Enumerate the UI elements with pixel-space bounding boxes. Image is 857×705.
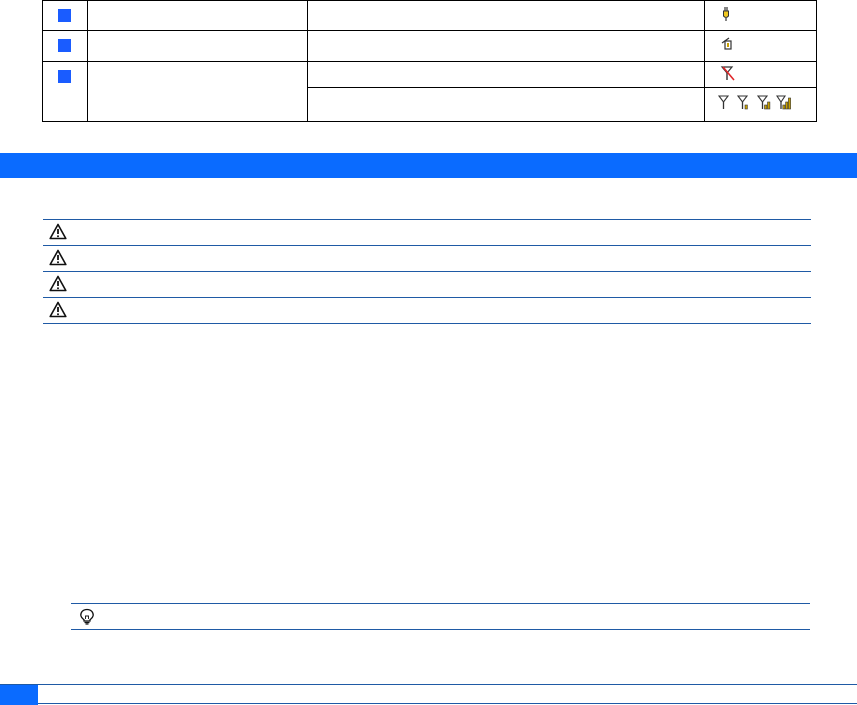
status-description-cell xyxy=(306,86,705,123)
warning-item xyxy=(43,220,811,246)
signal-strength-3-icon xyxy=(776,95,791,110)
lightbulb-tip-icon xyxy=(80,608,94,625)
warning-item xyxy=(43,272,811,298)
status-icon-cell xyxy=(703,60,818,88)
tip-note xyxy=(71,603,810,630)
status-description-cell xyxy=(306,60,705,88)
row-marker-cell xyxy=(41,60,89,122)
plug-connector-icon xyxy=(722,7,729,21)
warning-list xyxy=(43,219,811,324)
status-icon-cell xyxy=(703,0,818,32)
warning-item xyxy=(43,298,811,324)
status-name-cell xyxy=(87,0,308,32)
status-name-cell xyxy=(87,30,308,62)
sim-tray-icon xyxy=(721,37,732,50)
blue-square-marker xyxy=(58,69,71,83)
status-description-cell xyxy=(306,0,705,32)
page-number-box xyxy=(0,685,38,705)
warning-item xyxy=(43,246,811,272)
footer-rule-bottom xyxy=(38,703,857,704)
no-signal-antenna-icon xyxy=(720,65,735,81)
row-marker-cell xyxy=(41,30,89,62)
warning-triangle-icon xyxy=(49,275,67,292)
warning-triangle-icon xyxy=(49,223,67,240)
blue-square-marker xyxy=(58,9,71,22)
status-icon-cell xyxy=(703,30,818,62)
signal-strength-2-icon xyxy=(756,95,770,110)
signal-strength-0-icon xyxy=(717,95,729,109)
section-header-bar xyxy=(0,153,857,178)
status-description-cell xyxy=(306,30,705,62)
status-icon-table xyxy=(41,0,818,123)
warning-triangle-icon xyxy=(49,301,67,318)
blue-square-marker xyxy=(58,39,71,53)
footer-rule xyxy=(0,684,857,685)
signal-strength-1-icon xyxy=(737,95,749,110)
table-row xyxy=(41,60,818,122)
table-row xyxy=(41,30,818,62)
row-marker-cell xyxy=(41,0,89,32)
status-icon-cell xyxy=(703,86,818,123)
table-row xyxy=(41,0,818,32)
status-name-cell xyxy=(87,60,308,122)
warning-triangle-icon xyxy=(49,249,67,266)
